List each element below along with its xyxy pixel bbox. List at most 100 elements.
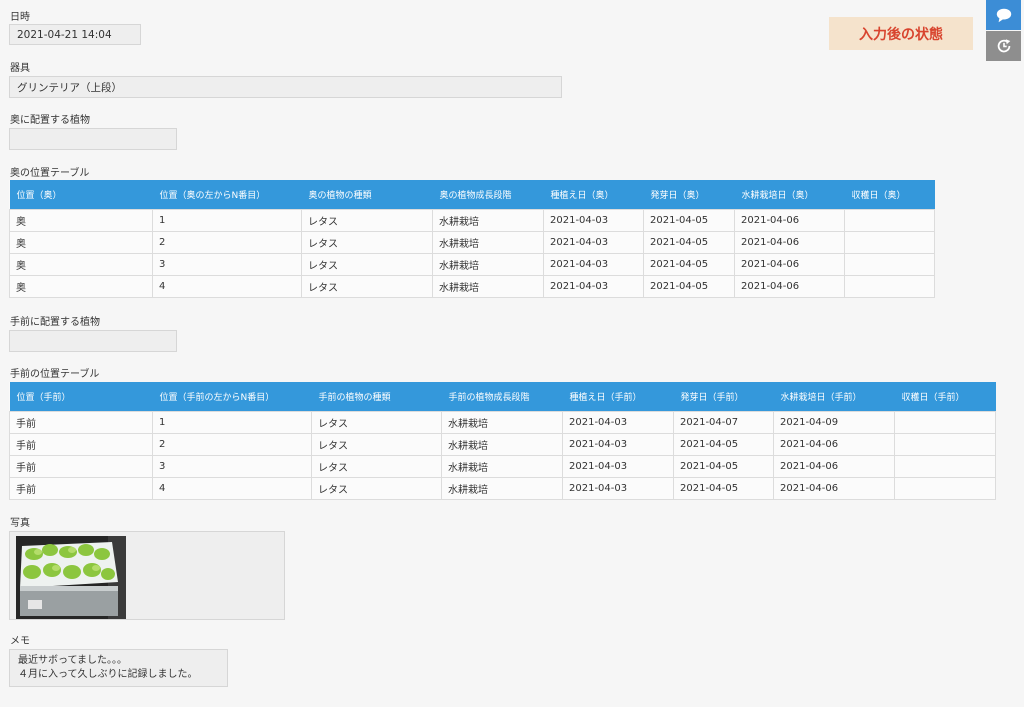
history-button[interactable] [986, 31, 1021, 61]
column-header: 手前の植物成長段階 [441, 382, 563, 412]
datetime-label: 日時 [10, 12, 30, 23]
table-header-row: 位置（奥） 位置（奥の左からN番目） 奥の植物の種類 奥の植物成長段階 種植え日… [9, 180, 935, 210]
column-header: 位置（奥の左からN番目） [152, 180, 302, 210]
table-cell: 水耕栽培 [432, 231, 544, 254]
table-row: 手前 2 レタス 水耕栽培 2021-04-03 2021-04-05 2021… [9, 433, 996, 456]
table-cell: 手前 [9, 477, 153, 500]
table-cell: 2021-04-05 [673, 477, 774, 500]
datetime-field[interactable]: 2021-04-21 14:04 [9, 24, 141, 45]
column-header: 発芽日（奥） [643, 180, 735, 210]
column-header: 位置（手前） [9, 382, 153, 412]
table-cell: 2021-04-03 [543, 209, 644, 232]
table-cell [844, 253, 935, 276]
table-cell: 2021-04-03 [562, 477, 674, 500]
table-cell: 4 [152, 275, 302, 298]
column-header: 収穫日（奥） [844, 180, 935, 210]
table-cell: 奥 [9, 231, 153, 254]
table-cell: 2021-04-06 [773, 433, 895, 456]
table-cell: 水耕栽培 [441, 433, 563, 456]
column-header: 水耕栽培日（奥） [734, 180, 845, 210]
table-row: 奥 1 レタス 水耕栽培 2021-04-03 2021-04-05 2021-… [9, 209, 935, 232]
table-cell: 2 [152, 433, 312, 456]
table-cell: 2021-04-05 [643, 253, 735, 276]
back-plants-field[interactable] [9, 128, 177, 150]
column-header: 奥の植物成長段階 [432, 180, 544, 210]
table-cell: 手前 [9, 455, 153, 478]
table-cell: 2021-04-05 [673, 433, 774, 456]
status-badge: 入力後の状態 [829, 17, 973, 50]
table-cell: レタス [311, 433, 442, 456]
table-cell [894, 455, 996, 478]
chat-bubble-icon [996, 8, 1011, 23]
table-cell: 奥 [9, 253, 153, 276]
table-cell: 2021-04-03 [543, 275, 644, 298]
table-cell: レタス [301, 209, 433, 232]
table-header-row: 位置（手前） 位置（手前の左からN番目） 手前の植物の種類 手前の植物成長段階 … [9, 382, 996, 412]
back-table-title: 奥の位置テーブル [10, 168, 90, 179]
table-cell: 2021-04-06 [734, 231, 845, 254]
table-row: 奥 2 レタス 水耕栽培 2021-04-03 2021-04-05 2021-… [9, 231, 935, 254]
table-cell: 2021-04-06 [734, 275, 845, 298]
table-cell: 2021-04-09 [773, 411, 895, 434]
table-cell: 手前 [9, 433, 153, 456]
back-position-table: 位置（奥） 位置（奥の左からN番目） 奥の植物の種類 奥の植物成長段階 種植え日… [9, 180, 935, 298]
column-header: 種植え日（手前） [562, 382, 674, 412]
column-header: 位置（手前の左からN番目） [152, 382, 312, 412]
photo-label: 写真 [10, 518, 30, 529]
memo-field[interactable]: 最近サボってました。。。 ４月に入って久しぶりに記録しました。 [9, 649, 228, 687]
lettuce-photo-image [16, 536, 126, 619]
table-cell: レタス [311, 411, 442, 434]
table-cell: レタス [311, 477, 442, 500]
table-cell: 2021-04-03 [543, 253, 644, 276]
table-cell: レタス [301, 231, 433, 254]
table-cell: レタス [311, 455, 442, 478]
device-label: 器具 [10, 63, 30, 74]
table-cell [894, 477, 996, 500]
table-row: 手前 3 レタス 水耕栽培 2021-04-03 2021-04-05 2021… [9, 455, 996, 478]
table-cell: レタス [301, 253, 433, 276]
column-header: 水耕栽培日（手前） [773, 382, 895, 412]
table-row: 奥 3 レタス 水耕栽培 2021-04-03 2021-04-05 2021-… [9, 253, 935, 276]
table-cell: レタス [301, 275, 433, 298]
table-cell: 1 [152, 209, 302, 232]
table-cell: 水耕栽培 [432, 275, 544, 298]
table-cell: 2021-04-05 [643, 209, 735, 232]
front-position-table: 位置（手前） 位置（手前の左からN番目） 手前の植物の種類 手前の植物成長段階 … [9, 382, 996, 500]
table-cell: 2021-04-05 [643, 231, 735, 254]
table-cell: 水耕栽培 [441, 411, 563, 434]
device-field[interactable]: グリンテリア（上段） [9, 76, 562, 98]
table-cell: 2021-04-03 [562, 411, 674, 434]
table-cell: 3 [152, 253, 302, 276]
table-cell [844, 275, 935, 298]
table-cell: 2021-04-06 [734, 209, 845, 232]
front-plants-label: 手前に配置する植物 [10, 317, 100, 328]
table-cell: 水耕栽培 [441, 477, 563, 500]
memo-label: メモ [10, 636, 30, 647]
column-header: 手前の植物の種類 [311, 382, 442, 412]
table-cell: 2021-04-03 [562, 455, 674, 478]
table-cell: 奥 [9, 275, 153, 298]
memo-line: ４月に入って久しぶりに記録しました。 [18, 669, 198, 680]
chat-button[interactable] [986, 0, 1021, 30]
table-cell [844, 209, 935, 232]
table-cell: 水耕栽培 [432, 209, 544, 232]
table-row: 奥 4 レタス 水耕栽培 2021-04-03 2021-04-05 2021-… [9, 275, 935, 298]
photo-field[interactable] [9, 531, 285, 620]
table-cell: 水耕栽培 [432, 253, 544, 276]
table-cell: 2 [152, 231, 302, 254]
memo-line: 最近サボってました。。。 [18, 655, 127, 666]
table-cell: 2021-04-03 [562, 433, 674, 456]
plant-photo[interactable] [16, 536, 126, 619]
table-cell: 2021-04-06 [773, 477, 895, 500]
table-cell: 2021-04-05 [643, 275, 735, 298]
table-cell: 1 [152, 411, 312, 434]
table-cell: 2021-04-03 [543, 231, 644, 254]
table-row: 手前 1 レタス 水耕栽培 2021-04-03 2021-04-07 2021… [9, 411, 996, 434]
table-cell: 2021-04-05 [673, 455, 774, 478]
column-header: 収穫日（手前） [894, 382, 996, 412]
column-header: 奥の植物の種類 [301, 180, 433, 210]
front-plants-field[interactable] [9, 330, 177, 352]
table-cell: 水耕栽培 [441, 455, 563, 478]
table-cell: 2021-04-07 [673, 411, 774, 434]
table-cell [844, 231, 935, 254]
